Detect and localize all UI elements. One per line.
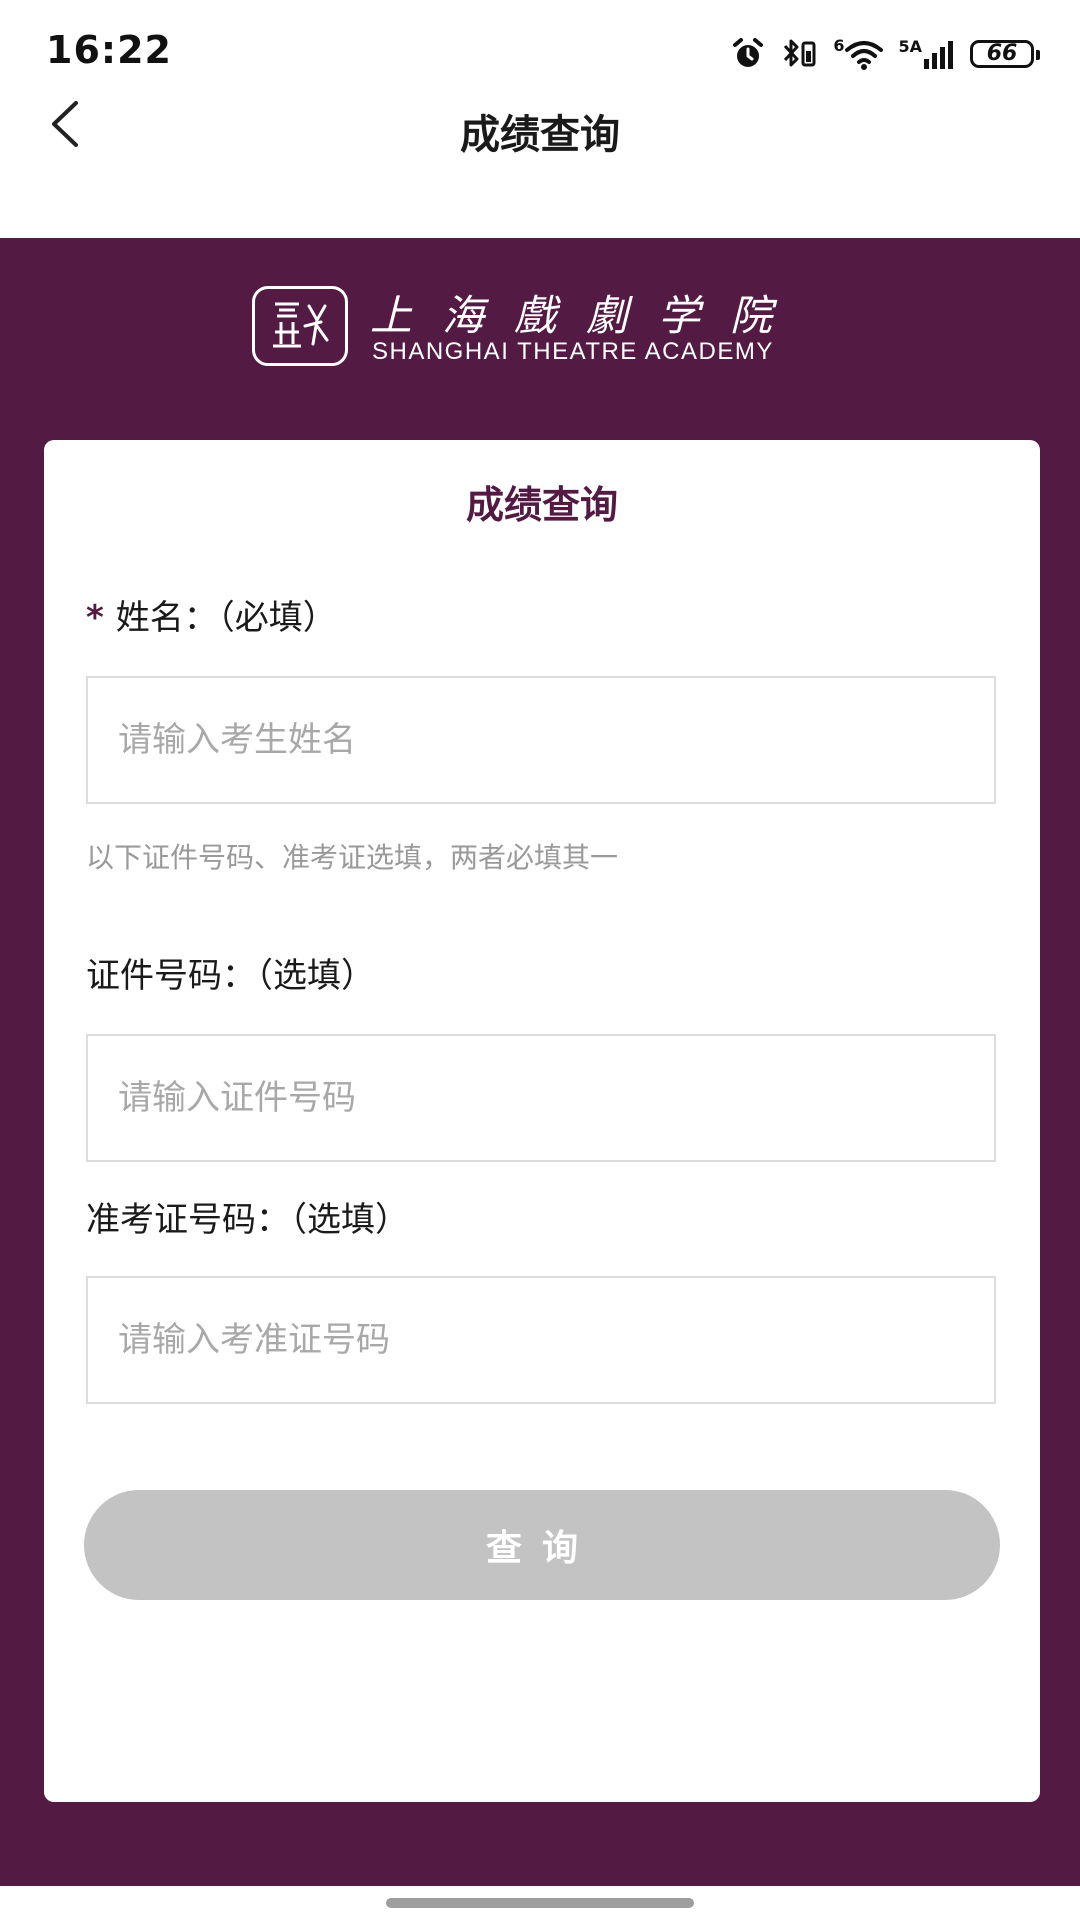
name-field[interactable] — [86, 676, 996, 804]
academy-name-cn: 上海戲劇学院 — [370, 291, 803, 340]
ticket-number-input[interactable] — [88, 1278, 994, 1402]
name-label: * 姓名：（必填） — [86, 590, 337, 639]
query-form-card: 成绩查询 * 姓名：（必填） 以下证件号码、准考证选填，两者必填其一 证件号码：（… — [44, 440, 1040, 1802]
query-button[interactable]: 查询 — [84, 1490, 1000, 1600]
ticket-field[interactable] — [86, 1276, 996, 1404]
battery-level: 66 — [986, 41, 1018, 66]
brand-panel: 上海戲劇学院 SHANGHAI THEATRE ACADEMY 成绩查询 * 姓名… — [0, 238, 1080, 1886]
form-hint: 以下证件号码、准考证选填，两者必填其一 — [86, 841, 619, 874]
status-icons: 6 5A 66 — [731, 34, 1040, 74]
id-label: 证件号码：（选填） — [86, 956, 375, 996]
id-number-input[interactable] — [88, 1036, 994, 1160]
form-title: 成绩查询 — [465, 483, 618, 527]
page-title: 成绩查询 — [460, 112, 620, 158]
status-time: 16:22 — [46, 28, 172, 72]
name-input[interactable] — [88, 678, 994, 802]
id-field[interactable] — [86, 1034, 996, 1162]
battery-icon: 66 — [970, 40, 1040, 68]
academy-logo: 上海戲劇学院 SHANGHAI THEATRE ACADEMY — [252, 286, 832, 370]
required-mark: * — [86, 598, 104, 638]
nav-bar: 成绩查询 — [0, 90, 1080, 210]
wifi-generation-label: 6 — [833, 36, 845, 55]
network-type-label: 5A — [898, 37, 922, 56]
status-bar: 16:22 6 5A 66 — [0, 0, 1080, 100]
name-label-text: 姓名：（必填） — [115, 598, 337, 638]
academy-emblem-icon — [252, 286, 348, 366]
alarm-icon — [731, 37, 765, 71]
home-indicator[interactable] — [386, 1898, 694, 1908]
ticket-label: 准考证号码：（选填） — [86, 1200, 409, 1240]
signal-icon: 5A — [898, 39, 956, 69]
bluetooth-icon — [779, 37, 819, 71]
wifi-icon: 6 — [833, 38, 884, 70]
academy-name-en: SHANGHAI THEATRE ACADEMY — [372, 338, 774, 365]
